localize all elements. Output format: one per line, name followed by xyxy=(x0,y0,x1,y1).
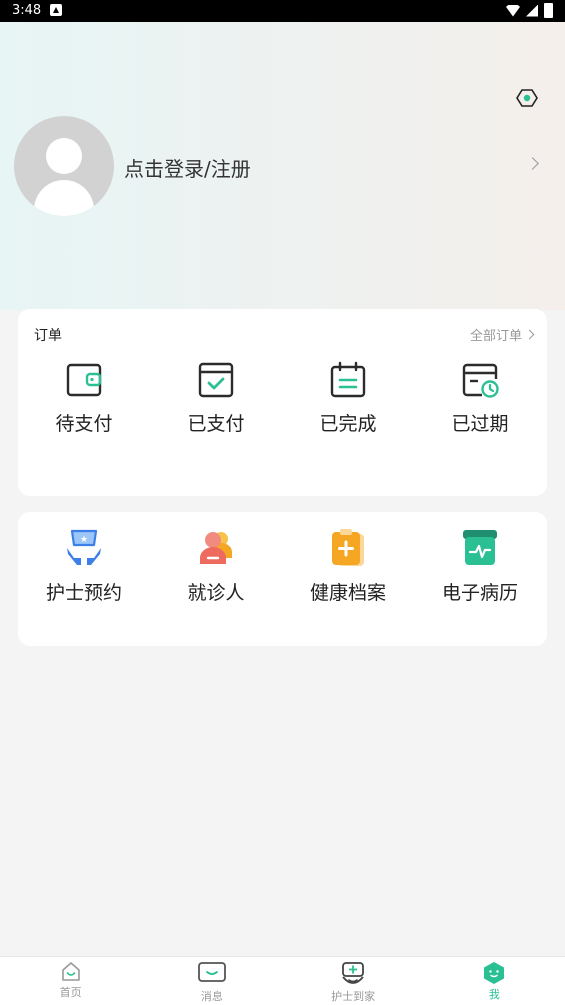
services-card: ★ 护士预约 就诊人 健康档案 电子病历 xyxy=(18,512,547,646)
tab-me[interactable]: 我 xyxy=(424,957,565,1005)
service-patient[interactable]: 就诊人 xyxy=(150,528,282,605)
order-paid[interactable]: 已支付 xyxy=(150,361,282,436)
service-label: 护士预约 xyxy=(45,582,122,604)
nurse-appointment-icon: ★ xyxy=(67,529,101,565)
all-orders-label: 全部订单 xyxy=(469,329,522,344)
medical-record-icon xyxy=(463,530,497,565)
wallet-icon xyxy=(66,363,102,397)
login-register-link[interactable]: 点击登录/注册 xyxy=(124,153,251,182)
tab-label: 消息 xyxy=(200,990,223,1003)
expired-clock-icon xyxy=(462,363,499,398)
all-orders-link[interactable]: 全部订单 xyxy=(469,325,535,344)
message-icon xyxy=(197,962,226,982)
tab-home[interactable]: 首页 xyxy=(0,957,141,1005)
tab-label: 护士到家 xyxy=(331,990,376,1003)
service-health-record[interactable]: 健康档案 xyxy=(282,528,414,605)
profile-header: 点击登录/注册 xyxy=(0,22,565,310)
service-label: 电子病历 xyxy=(441,582,518,604)
tab-label: 首页 xyxy=(59,986,82,999)
tab-messages[interactable]: 消息 xyxy=(141,957,282,1005)
status-icons xyxy=(506,3,553,18)
order-label: 待支付 xyxy=(55,413,113,435)
wifi-icon xyxy=(506,4,520,17)
tab-nurse-home[interactable]: 护士到家 xyxy=(283,957,424,1005)
order-completed[interactable]: 已完成 xyxy=(282,361,414,436)
order-expired[interactable]: 已过期 xyxy=(414,361,546,436)
home-icon xyxy=(61,962,80,981)
me-icon xyxy=(484,962,505,984)
signal-icon xyxy=(526,4,538,17)
chevron-right-icon xyxy=(524,329,535,340)
tab-label: 我 xyxy=(488,988,500,1001)
service-label: 健康档案 xyxy=(309,582,386,604)
orders-title: 订单 xyxy=(34,328,62,344)
nurse-home-icon xyxy=(342,962,365,984)
health-record-icon xyxy=(332,529,364,566)
battery-icon xyxy=(544,3,553,18)
status-time: 3:48 xyxy=(12,3,42,18)
settings-icon[interactable] xyxy=(516,87,538,109)
order-label: 已支付 xyxy=(187,413,245,435)
chevron-right-icon[interactable] xyxy=(526,157,539,170)
order-pending-payment[interactable]: 待支付 xyxy=(18,361,150,436)
svg-text:★: ★ xyxy=(80,535,88,545)
avatar[interactable] xyxy=(14,116,114,216)
order-label: 已过期 xyxy=(451,413,509,435)
service-nurse-appointment[interactable]: ★ 护士预约 xyxy=(18,528,150,605)
orders-card: 订单 全部订单 待支付 已支付 已完成 已过期 xyxy=(18,309,547,496)
patient-icon xyxy=(200,532,232,564)
paid-check-icon xyxy=(198,362,234,398)
order-label: 已完成 xyxy=(319,413,377,435)
service-label: 就诊人 xyxy=(187,582,245,604)
service-medical-record[interactable]: 电子病历 xyxy=(414,528,546,605)
calendar-done-icon xyxy=(330,361,366,398)
bottom-tab-bar: 首页 消息 护士到家 我 xyxy=(0,956,565,1005)
status-bar: 3:48 xyxy=(0,0,565,22)
notification-icon xyxy=(50,4,62,16)
